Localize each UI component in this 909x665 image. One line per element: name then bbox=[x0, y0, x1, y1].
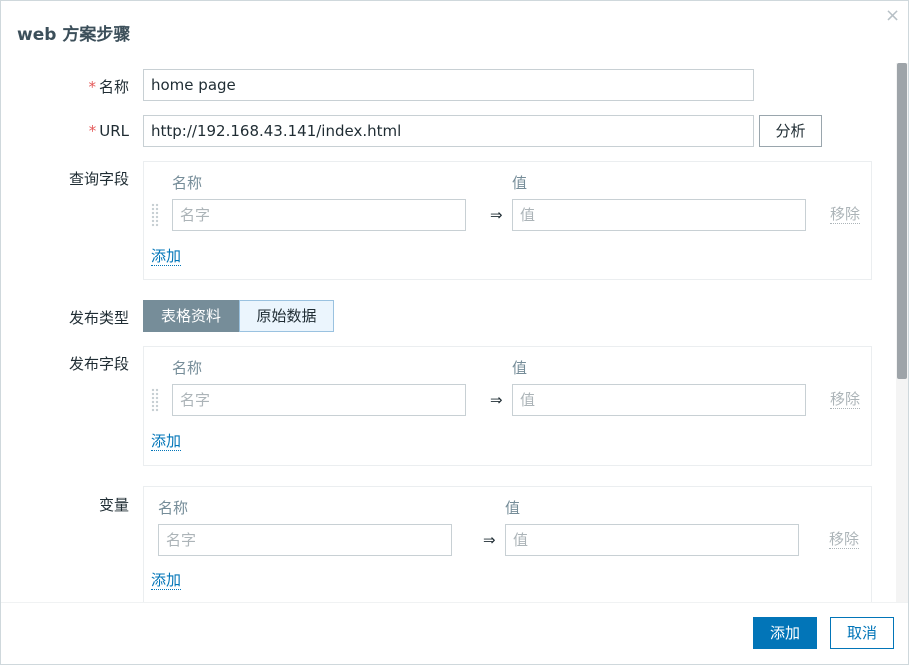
variable-value-input[interactable]: 值 bbox=[505, 524, 799, 556]
dialog-title: web 方案步骤 bbox=[17, 25, 131, 45]
query-value-input[interactable]: 值 bbox=[512, 199, 806, 231]
parse-button[interactable]: 分析 bbox=[759, 115, 822, 147]
query-fields-panel: 名称 值 名字 ⇒ 值 移除 添加 bbox=[143, 161, 872, 280]
name-column-header: 名称 bbox=[172, 174, 203, 192]
post-fields-panel: 名称 值 名字 ⇒ 值 移除 添加 bbox=[143, 346, 872, 466]
arrow-icon: ⇒ bbox=[490, 391, 503, 409]
query-fields-label: 查询字段 bbox=[68, 170, 129, 188]
drag-handle-icon[interactable] bbox=[151, 388, 159, 412]
add-button[interactable]: 添加 bbox=[753, 617, 817, 649]
close-icon[interactable]: × bbox=[885, 7, 900, 25]
name-column-header: 名称 bbox=[172, 359, 203, 377]
variable-add-link[interactable]: 添加 bbox=[151, 572, 182, 590]
query-name-input[interactable]: 名字 bbox=[172, 199, 466, 231]
variables-panel: 名称 值 名字 ⇒ 值 移除 添加 bbox=[143, 486, 872, 602]
url-field[interactable]: http://192.168.43.141/index.html bbox=[143, 115, 754, 147]
post-name-input[interactable]: 名字 bbox=[172, 384, 466, 416]
footer-divider bbox=[1, 602, 908, 603]
cancel-button[interactable]: 取消 bbox=[830, 617, 894, 649]
post-fields-label: 发布字段 bbox=[68, 355, 129, 373]
required-mark: * bbox=[88, 78, 96, 96]
variable-remove-link[interactable]: 移除 bbox=[829, 531, 860, 549]
value-column-header: 值 bbox=[505, 499, 521, 517]
web-scenario-step-dialog: web 方案步骤 × * 名称 home page * URL http://192… bbox=[0, 0, 909, 665]
name-field[interactable]: home page bbox=[143, 69, 754, 101]
arrow-icon: ⇒ bbox=[490, 206, 503, 224]
value-column-header: 值 bbox=[512, 359, 528, 377]
query-remove-link[interactable]: 移除 bbox=[830, 206, 861, 224]
url-label: * URL bbox=[88, 122, 129, 140]
post-type-label: 发布类型 bbox=[68, 309, 129, 327]
post-add-link[interactable]: 添加 bbox=[151, 433, 182, 451]
name-column-header: 名称 bbox=[158, 499, 189, 517]
name-label: * 名称 bbox=[88, 78, 129, 96]
post-type-raw-data-option[interactable]: 原始数据 bbox=[239, 300, 334, 332]
arrow-icon: ⇒ bbox=[483, 531, 496, 549]
drag-handle-icon[interactable] bbox=[151, 203, 159, 227]
post-type-form-data-option[interactable]: 表格资料 bbox=[143, 300, 239, 332]
scrollbar-thumb[interactable] bbox=[897, 63, 907, 379]
value-column-header: 值 bbox=[512, 174, 528, 192]
query-add-link[interactable]: 添加 bbox=[151, 248, 182, 266]
required-mark: * bbox=[88, 122, 97, 140]
post-value-input[interactable]: 值 bbox=[512, 384, 806, 416]
variable-name-input[interactable]: 名字 bbox=[158, 524, 452, 556]
post-remove-link[interactable]: 移除 bbox=[830, 391, 861, 409]
variables-label: 变量 bbox=[98, 496, 129, 514]
